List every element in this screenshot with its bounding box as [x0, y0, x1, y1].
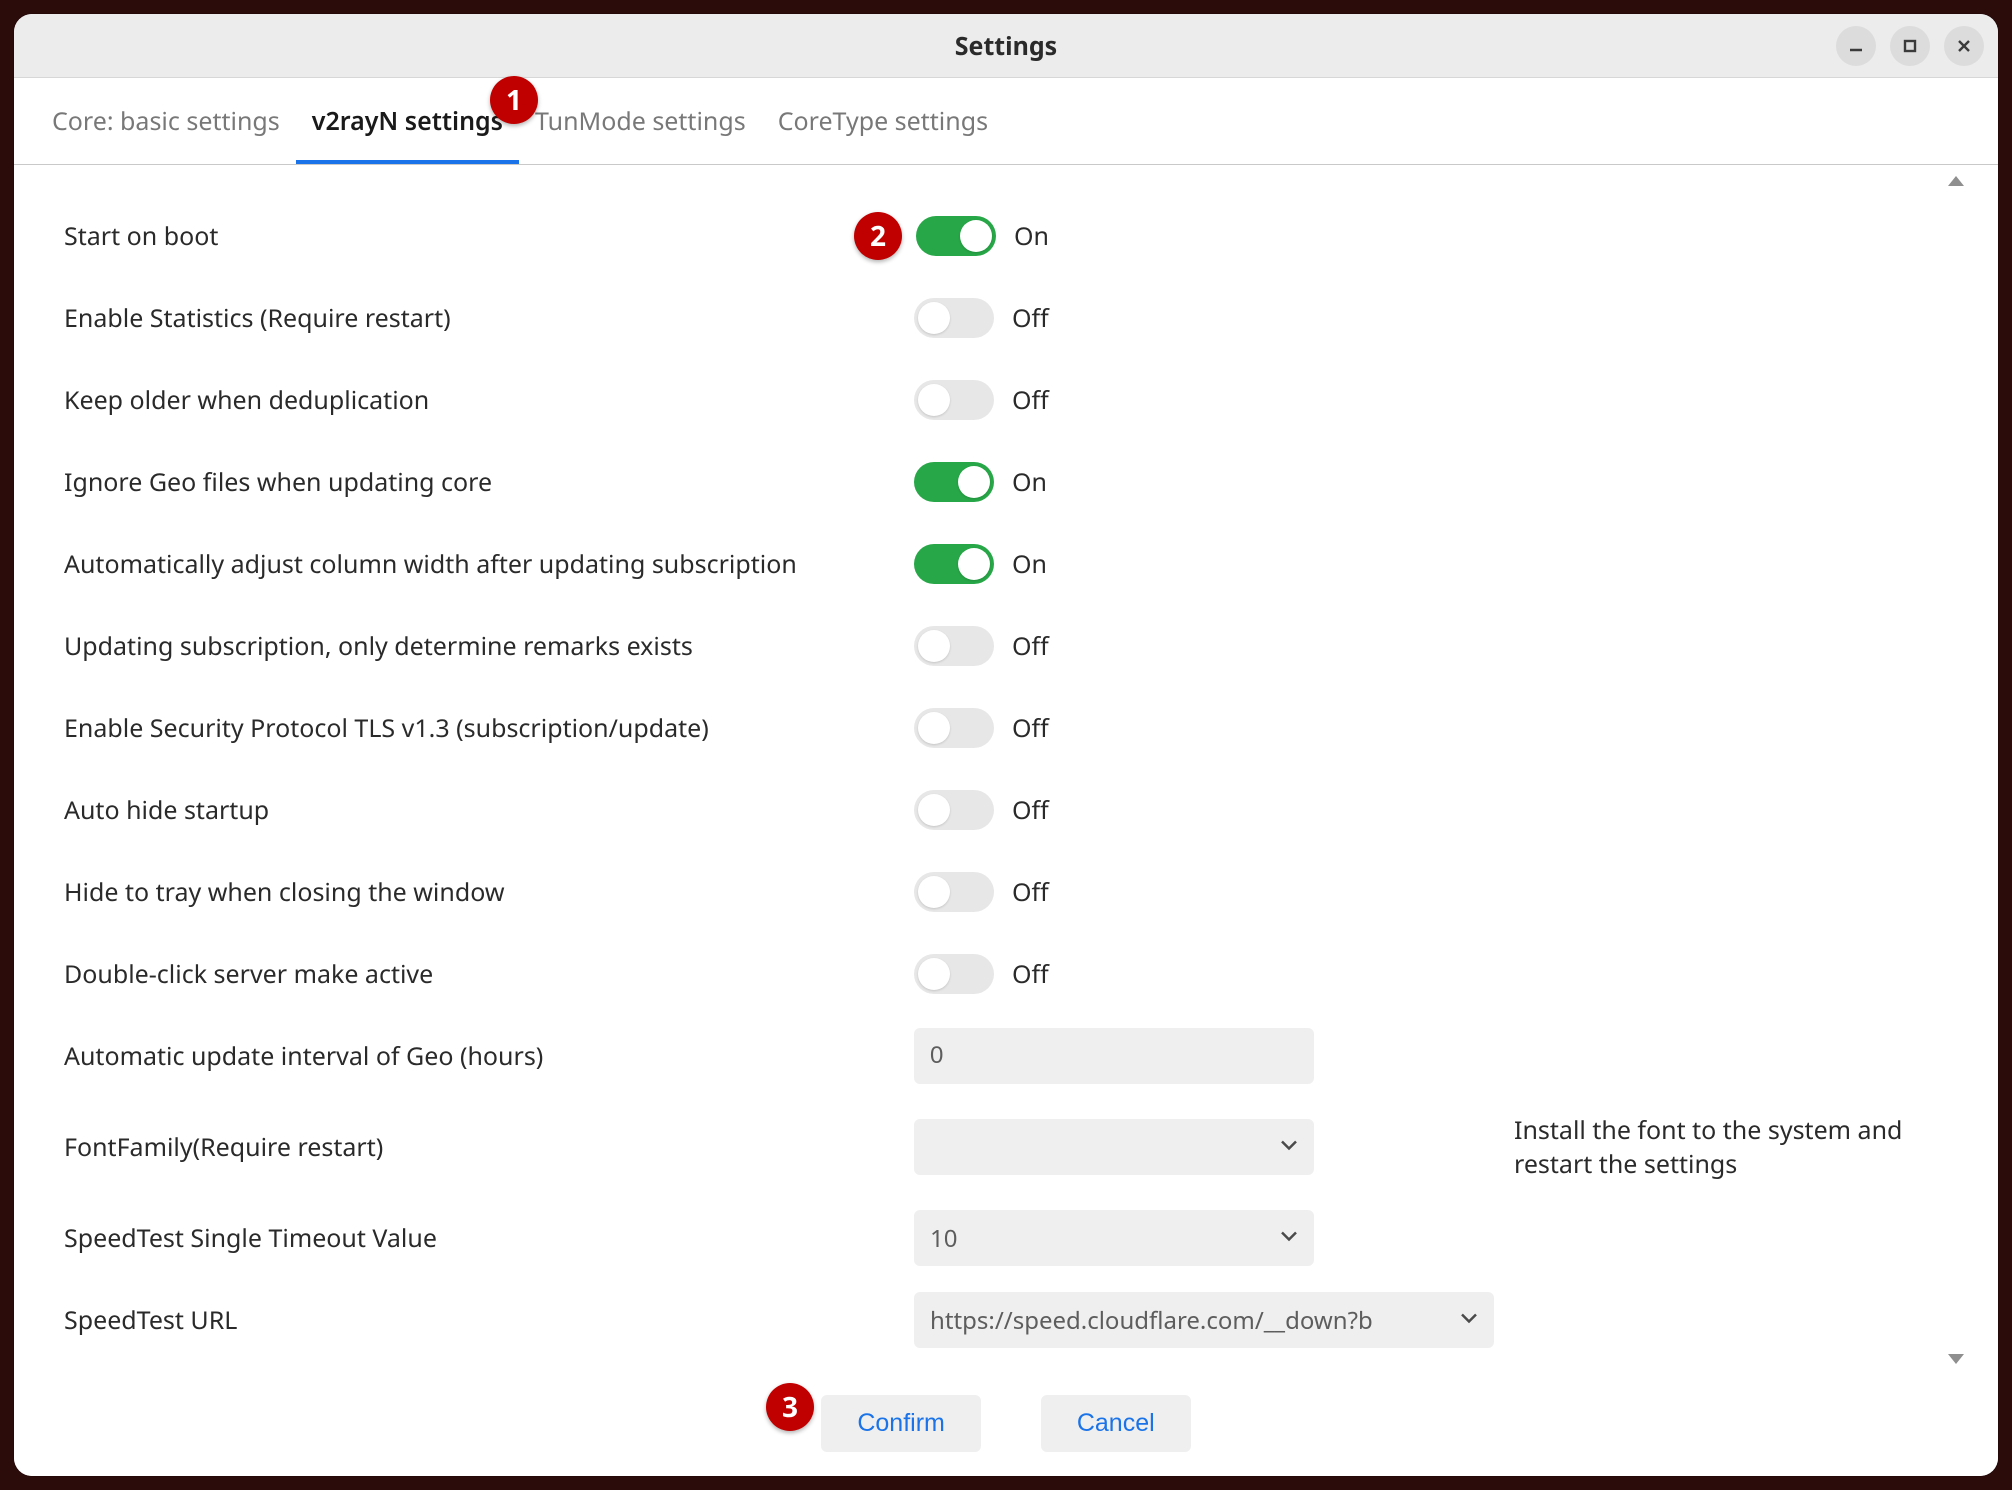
label-dbl-click: Double-click server make active: [64, 957, 894, 991]
row-auto-hide: Auto hide startup Off: [64, 769, 1948, 851]
row-font-family: FontFamily(Require restart) Install the …: [64, 1097, 1948, 1197]
window-controls: [1836, 26, 1984, 66]
row-tls13: Enable Security Protocol TLS v1.3 (subsc…: [64, 687, 1948, 769]
settings-content[interactable]: Start on boot 2 On Enable Statistics (Re…: [14, 165, 1998, 1377]
select-speedtest-url[interactable]: https://speed.cloudflare.com/__down?b: [914, 1292, 1494, 1348]
label-auto-hide: Auto hide startup: [64, 793, 894, 827]
row-enable-stats: Enable Statistics (Require restart) Off: [64, 277, 1948, 359]
tab-tunmode[interactable]: TunMode settings: [519, 78, 762, 164]
row-speedtest-url: SpeedTest URL https://speed.cloudflare.c…: [64, 1279, 1948, 1361]
annotation-3: 3: [766, 1383, 814, 1431]
confirm-button[interactable]: Confirm: [821, 1395, 981, 1452]
label-enable-stats: Enable Statistics (Require restart): [64, 301, 894, 335]
label-geo-interval: Automatic update interval of Geo (hours): [64, 1039, 894, 1073]
titlebar: Settings: [14, 14, 1998, 78]
row-start-on-boot: Start on boot 2 On: [64, 195, 1948, 277]
label-ignore-geo: Ignore Geo files when updating core: [64, 465, 894, 499]
close-icon: [1955, 37, 1973, 55]
select-speedtest-timeout-value: 10: [930, 1222, 957, 1255]
row-geo-interval: Automatic update interval of Geo (hours): [64, 1015, 1948, 1097]
maximize-icon: [1901, 37, 1919, 55]
minimize-button[interactable]: [1836, 26, 1876, 66]
minimize-icon: [1847, 37, 1865, 55]
window-title: Settings: [955, 29, 1057, 63]
toggle-text-auto-hide: Off: [1012, 793, 1049, 827]
row-update-sub-remarks: Updating subscription, only determine re…: [64, 605, 1948, 687]
toggle-start-on-boot[interactable]: [916, 216, 996, 256]
select-speedtest-timeout[interactable]: 10: [914, 1210, 1314, 1266]
row-dbl-click: Double-click server make active Off: [64, 933, 1948, 1015]
chevron-down-icon: [1278, 1222, 1300, 1255]
toggle-tls13[interactable]: [914, 708, 994, 748]
annotation-2: 2: [854, 212, 902, 260]
row-ignore-geo: Ignore Geo files when updating core On: [64, 441, 1948, 523]
row-hide-to-tray: Hide to tray when closing the window Off: [64, 851, 1948, 933]
tab-coretype[interactable]: CoreType settings: [762, 78, 1004, 164]
toggle-dbl-click[interactable]: [914, 954, 994, 994]
toggle-text-keep-older: Off: [1012, 383, 1049, 417]
tab-v2rayn[interactable]: v2rayN settings: [296, 78, 519, 164]
label-hide-to-tray: Hide to tray when closing the window: [64, 875, 894, 909]
toggle-text-tls13: Off: [1012, 711, 1049, 745]
toggle-ignore-geo[interactable]: [914, 462, 994, 502]
label-start-on-boot: Start on boot: [64, 219, 894, 253]
chevron-down-icon: [1278, 1131, 1300, 1164]
label-update-sub-remarks: Updating subscription, only determine re…: [64, 629, 894, 663]
tab-core-basic[interactable]: Core: basic settings: [36, 78, 296, 164]
input-geo-interval[interactable]: [914, 1028, 1314, 1084]
annotation-1: 1: [490, 76, 538, 124]
row-speedtest-timeout: SpeedTest Single Timeout Value 10: [64, 1197, 1948, 1279]
toggle-text-ignore-geo: On: [1012, 465, 1047, 499]
toggle-hide-to-tray[interactable]: [914, 872, 994, 912]
row-auto-col-width: Automatically adjust column width after …: [64, 523, 1948, 605]
label-auto-col-width: Automatically adjust column width after …: [64, 547, 894, 581]
label-tls13: Enable Security Protocol TLS v1.3 (subsc…: [64, 711, 894, 745]
toggle-auto-hide[interactable]: [914, 790, 994, 830]
toggle-text-dbl-click: Off: [1012, 957, 1049, 991]
content-wrapper: Start on boot 2 On Enable Statistics (Re…: [14, 165, 1998, 1377]
toggle-text-auto-col-width: On: [1012, 547, 1047, 581]
toggle-text-hide-to-tray: Off: [1012, 875, 1049, 909]
toggle-text-enable-stats: Off: [1012, 301, 1049, 335]
close-button[interactable]: [1944, 26, 1984, 66]
toggle-enable-stats[interactable]: [914, 298, 994, 338]
note-font-family: Install the font to the system and resta…: [1334, 1113, 1948, 1181]
select-font-family[interactable]: [914, 1119, 1314, 1175]
cancel-button[interactable]: Cancel: [1041, 1395, 1191, 1452]
label-speedtest-timeout: SpeedTest Single Timeout Value: [64, 1221, 894, 1255]
toggle-keep-older[interactable]: [914, 380, 994, 420]
chevron-down-icon: [1458, 1304, 1480, 1337]
toggle-text-start-on-boot: On: [1014, 219, 1049, 253]
label-speedtest-url: SpeedTest URL: [64, 1303, 894, 1337]
scroll-up-indicator: [1946, 171, 1966, 193]
select-speedtest-url-value: https://speed.cloudflare.com/__down?b: [930, 1304, 1373, 1337]
label-font-family: FontFamily(Require restart): [64, 1130, 894, 1164]
row-keep-older: Keep older when deduplication Off: [64, 359, 1948, 441]
label-keep-older: Keep older when deduplication: [64, 383, 894, 417]
maximize-button[interactable]: [1890, 26, 1930, 66]
tab-bar: Core: basic settings v2rayN settings Tun…: [14, 78, 1998, 165]
toggle-update-sub-remarks[interactable]: [914, 626, 994, 666]
settings-window: Settings Core: basic settings v2rayN set…: [14, 14, 1998, 1476]
toggle-text-update-sub-remarks: Off: [1012, 629, 1049, 663]
toggle-auto-col-width[interactable]: [914, 544, 994, 584]
button-bar: 3 Confirm Cancel: [14, 1377, 1998, 1476]
scroll-down-indicator: [1946, 1349, 1966, 1371]
